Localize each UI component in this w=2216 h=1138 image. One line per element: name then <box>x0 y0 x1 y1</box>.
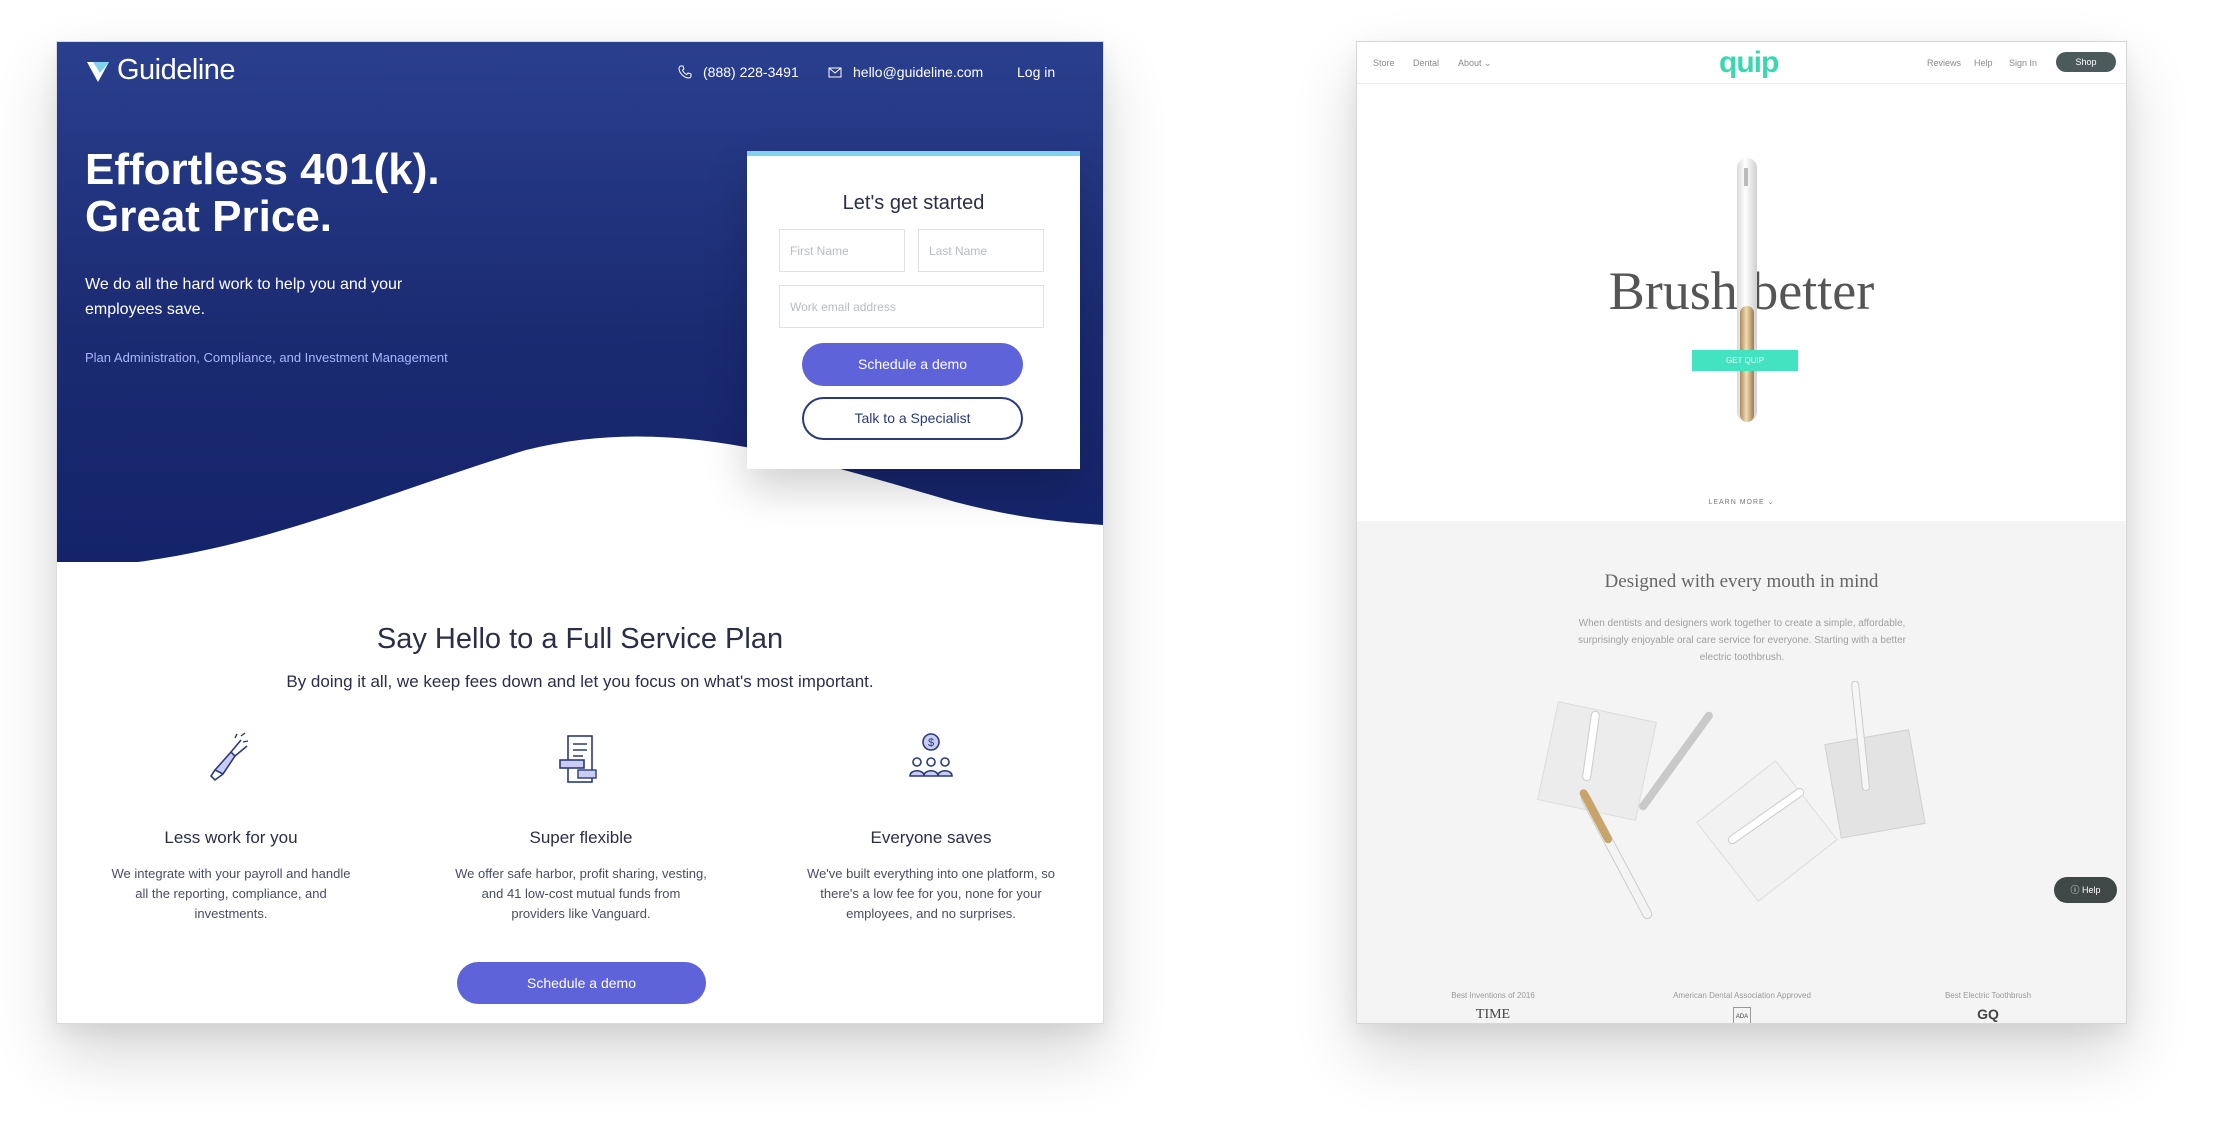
section-description: When dentists and designers work togethe… <box>1578 618 1906 663</box>
question-circle-icon: ⓘ <box>2070 885 2080 895</box>
nav-dental[interactable]: Dental <box>1413 58 1439 68</box>
top-nav: Guideline (888) 228-3491 hello@guideline… <box>57 42 1103 100</box>
hero-title-line-1: Effortless 401(k). <box>85 145 440 194</box>
hero-subtitle: We do all the hard work to help you and … <box>85 276 403 318</box>
gq-logo: GQ <box>1977 1006 1999 1022</box>
section-subtitle: By doing it all, we keep fees down and l… <box>286 672 874 691</box>
ada-logo: ADA <box>1733 1007 1751 1023</box>
feature-title: Less work for you <box>164 828 298 847</box>
chevron-down-icon: ⌄ <box>1484 58 1492 68</box>
nav-about-label: About <box>1458 58 1482 68</box>
learn-more-link[interactable]: LEARN MORE ⌄ <box>1357 498 2126 506</box>
design-section: Designed with every mouth in mind When d… <box>1357 521 2126 1023</box>
press-caption: American Dental Association Approved <box>1673 991 1811 1000</box>
phone-number: (888) 228-3491 <box>703 64 799 80</box>
email-link[interactable]: hello@guideline.com <box>827 64 983 80</box>
press-ada: American Dental Association Approved ADA <box>1667 988 1817 1023</box>
nav-about[interactable]: About ⌄ <box>1458 58 1492 69</box>
quip-landing-page: Store Dental About ⌄ quip Reviews Help S… <box>1356 41 2127 1024</box>
shop-button[interactable]: Shop <box>2056 52 2116 72</box>
phone-link[interactable]: (888) 228-3491 <box>677 64 799 80</box>
press-caption: Best Inventions of 2016 <box>1451 991 1535 1000</box>
time-logo: TIME <box>1475 1007 1511 1022</box>
guideline-logo-icon <box>87 61 109 82</box>
hero: Brush better GET QUIP LEARN MORE ⌄ <box>1357 84 2126 521</box>
document-hand-icon <box>559 735 597 783</box>
hero-title: Effortless 401(k). Great Price. <box>85 146 545 240</box>
quip-logo[interactable]: quip <box>1719 46 1779 80</box>
pointing-hand-icon <box>209 732 249 782</box>
schedule-demo-button[interactable]: Schedule a demo <box>802 343 1023 386</box>
nav-reviews[interactable]: Reviews <box>1927 58 1961 68</box>
help-button[interactable]: ⓘ Help <box>2054 877 2117 903</box>
press-caption: Best Electric Toothbrush <box>1944 991 2032 1000</box>
nav-store[interactable]: Store <box>1373 58 1395 68</box>
nav-help[interactable]: Help <box>1974 58 1993 68</box>
login-link[interactable]: Log in <box>1017 64 1055 80</box>
section-title: Designed with every mouth in mind <box>1604 571 1879 592</box>
feature-everyone-saves: $ Everyone saves We've built everything … <box>781 730 1081 924</box>
get-quip-button[interactable]: GET QUIP <box>1692 350 1798 371</box>
svg-text:$: $ <box>928 737 934 749</box>
chevron-down-icon: ⌄ <box>1767 499 1775 506</box>
help-label: Help <box>2082 885 2101 895</box>
signup-form: Let's get started First Name Last Name W… <box>747 151 1080 469</box>
email-address: hello@guideline.com <box>853 64 984 80</box>
mail-icon <box>828 67 842 78</box>
feature-title: Everyone saves <box>870 828 992 847</box>
toothbrush-products-image <box>1537 681 1926 920</box>
brand-logo[interactable]: Guideline <box>85 54 236 87</box>
schedule-demo-bottom-button[interactable]: Schedule a demo <box>457 962 706 1004</box>
feature-description: We integrate with your payroll and handl… <box>111 866 351 921</box>
press-gq: Best Electric Toothbrush GQ <box>1913 988 2063 1022</box>
last-name-field[interactable]: Last Name <box>918 229 1044 272</box>
brand-name: Guideline <box>117 54 236 86</box>
feature-title: Super flexible <box>529 828 633 847</box>
hero-title-line-2: Great Price. <box>85 192 333 241</box>
work-email-field[interactable]: Work email address <box>779 285 1044 328</box>
feature-description: We offer safe harbor, profit sharing, ve… <box>455 866 707 921</box>
press-time: Best Inventions of 2016 TIME <box>1418 988 1568 1022</box>
feature-less-work: Less work for you We integrate with your… <box>81 730 381 924</box>
feature-description: We've built everything into one platform… <box>807 866 1055 921</box>
people-dollar-icon: $ <box>909 733 953 777</box>
learn-more-label: LEARN MORE <box>1708 499 1765 506</box>
first-name-field[interactable]: First Name <box>779 229 905 272</box>
guideline-landing-page: Guideline (888) 228-3491 hello@guideline… <box>56 41 1104 1024</box>
talk-to-specialist-button[interactable]: Talk to a Specialist <box>802 397 1023 440</box>
hero-tags: Plan Administration, Compliance, and Inv… <box>85 350 448 365</box>
top-nav: Store Dental About ⌄ quip Reviews Help S… <box>1357 42 2126 84</box>
toothbrush-image <box>1737 158 1757 422</box>
nav-sign-in[interactable]: Sign In <box>2009 58 2037 68</box>
phone-icon <box>678 65 692 79</box>
feature-super-flexible: Super flexible We offer safe harbor, pro… <box>431 730 731 924</box>
form-title: Let's get started <box>842 192 985 214</box>
section-title: Say Hello to a Full Service Plan <box>376 623 784 655</box>
